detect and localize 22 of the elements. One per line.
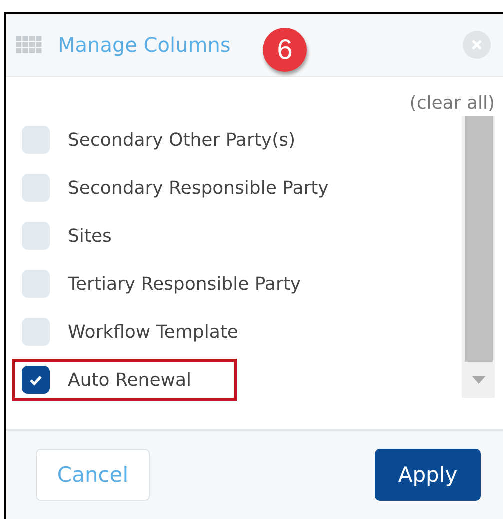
- down-arrow-icon[interactable]: [472, 376, 486, 384]
- clear-all-link[interactable]: (clear all): [410, 93, 495, 114]
- cancel-button[interactable]: Cancel: [36, 449, 150, 501]
- scrollbar[interactable]: [462, 116, 495, 398]
- checkbox[interactable]: [22, 174, 50, 202]
- scrollbar-thumb[interactable]: [464, 116, 492, 362]
- column-label: Workflow Template: [68, 322, 239, 342]
- step-badge: 6: [263, 28, 307, 72]
- column-label: Secondary Other Party(s): [68, 130, 296, 150]
- column-label: Secondary Responsible Party: [68, 178, 329, 198]
- column-label: Sites: [68, 226, 112, 246]
- apply-button[interactable]: Apply: [375, 449, 481, 501]
- checkbox[interactable]: [22, 270, 50, 298]
- table-icon: [16, 36, 42, 54]
- column-label: Tertiary Responsible Party: [68, 274, 302, 294]
- column-label: Auto Renewal: [68, 370, 192, 390]
- checkbox[interactable]: [22, 318, 50, 346]
- dialog-title: Manage Columns: [58, 33, 231, 57]
- checkbox[interactable]: [22, 126, 50, 154]
- close-icon[interactable]: [463, 31, 491, 59]
- checkbox[interactable]: [22, 366, 50, 394]
- checkbox[interactable]: [22, 222, 50, 250]
